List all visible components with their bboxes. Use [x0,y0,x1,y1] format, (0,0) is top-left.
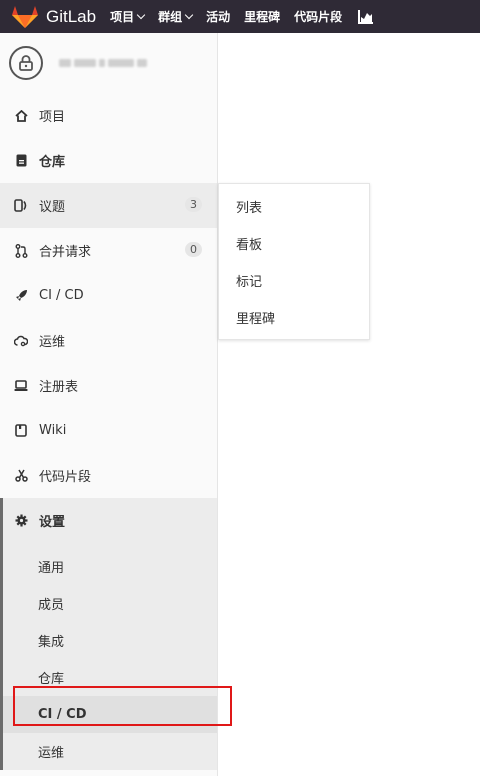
sidebar-item-label: 仓库 [39,155,66,170]
settings-members[interactable]: 成员 [3,585,217,622]
issues-count-badge: 3 [185,197,202,212]
sidebar-item-repository[interactable]: 仓库 [0,138,217,183]
gear-icon [14,514,28,528]
sidebar-item-label: 代码片段 [39,470,92,485]
sidebar-item-ci-cd[interactable]: CI / CD [0,273,217,318]
sidebar-item-label: 注册表 [39,380,79,395]
project-sidebar: 项目 仓库 议题 3 合并请求 0 CI / CD 运维 注册表 Wiki 代码… [0,33,218,776]
registry-icon [14,379,28,393]
merge-icon [14,243,28,258]
sidebar-item-label: 项目 [39,110,66,125]
sidebar-item-issues[interactable]: 议题 3 [0,183,217,228]
nav-activity[interactable]: 活动 [206,8,230,25]
home-icon [14,109,28,123]
rocket-icon [14,289,28,303]
sidebar-item-project[interactable]: 项目 [0,93,217,138]
ci-cd-highlight-box [13,686,232,726]
nav-projects[interactable]: 项目 [110,8,146,25]
nav-snippets[interactable]: 代码片段 [294,8,342,25]
issues-icon [14,199,28,213]
chevron-down-icon [136,10,146,19]
sidebar-item-operations[interactable]: 运维 [0,318,217,363]
settings-general[interactable]: 通用 [3,548,217,585]
sidebar-item-snippets[interactable]: 代码片段 [0,453,217,498]
brand-name: GitLab [46,6,97,26]
issues-flyout-menu: 列表 看板 标记 里程碑 [218,183,370,340]
sidebar-item-label: 议题 [39,200,66,215]
chart-icon[interactable] [358,9,374,24]
flyout-item-list[interactable]: 列表 [219,188,369,225]
book-icon [14,424,28,438]
nav-projects-label: 项目 [110,10,135,24]
sidebar-item-label: 运维 [39,335,66,350]
flyout-item-milestones[interactable]: 里程碑 [219,299,369,336]
settings-section: 设置 通用 成员 集成 仓库 CI / CD 运维 [0,498,217,770]
avatar [9,46,43,80]
chevron-down-icon [184,10,194,19]
sidebar-item-label: Wiki [39,423,67,438]
project-context[interactable] [0,33,217,93]
cloud-icon [14,334,28,348]
flyout-item-boards[interactable]: 看板 [219,225,369,262]
settings-integrations[interactable]: 集成 [3,622,217,659]
settings-operations[interactable]: 运维 [3,733,217,770]
merge-requests-count-badge: 0 [185,242,202,257]
sidebar-item-settings[interactable]: 设置 [3,498,217,543]
lock-icon [19,55,33,71]
sidebar-item-label: 设置 [39,515,66,530]
nav-groups[interactable]: 群组 [158,8,194,25]
sidebar-item-merge-requests[interactable]: 合并请求 0 [0,228,217,273]
doc-icon [14,154,28,168]
blurred-project-name [59,59,147,67]
sidebar-item-registry[interactable]: 注册表 [0,363,217,408]
top-navbar: GitLab 项目 群组 活动 里程碑 代码片段 [0,0,480,33]
nav-milestones[interactable]: 里程碑 [244,8,280,25]
nav-groups-label: 群组 [158,10,183,24]
gitlab-fox-icon [12,5,38,28]
scissors-icon [14,469,28,483]
sidebar-item-wiki[interactable]: Wiki [0,408,217,453]
sidebar-item-label: 合并请求 [39,245,92,260]
gitlab-logo[interactable]: GitLab [12,5,96,29]
flyout-item-labels[interactable]: 标记 [219,262,369,299]
sidebar-item-label: CI / CD [39,288,84,303]
